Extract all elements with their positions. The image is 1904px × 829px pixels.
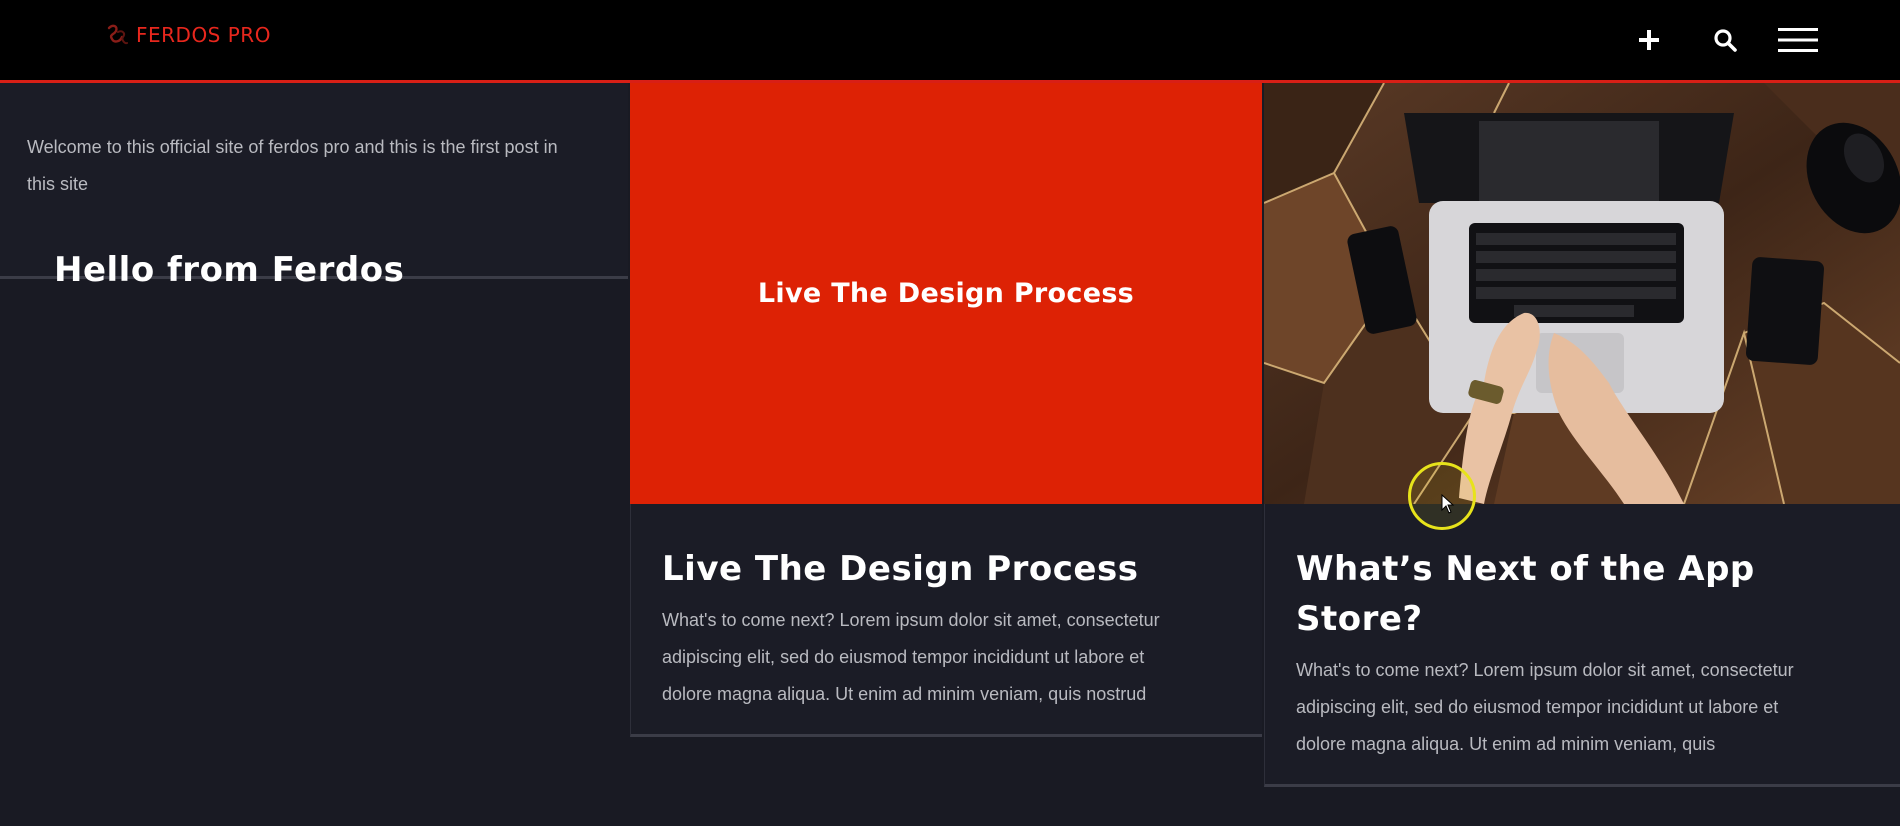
post-featured-image[interactable] — [1264, 83, 1900, 504]
post-excerpt: Welcome to this official site of ferdos … — [27, 129, 558, 203]
search-icon — [1714, 29, 1737, 52]
post-excerpt-line: Welcome to this official site of ferdos … — [27, 137, 558, 157]
site-header: FERDOS PRO — [0, 0, 1900, 83]
post-excerpt-line: dolore magna aliqua. Ut enim ad minim ve… — [1296, 734, 1716, 754]
post-card-content: Live The Design Process What's to come n… — [662, 544, 1242, 713]
post-card-body: What’s Next of the App Store? What's to … — [1264, 504, 1900, 787]
logo-text: FERDOS PRO — [136, 23, 271, 47]
post-excerpt: What's to come next? Lorem ipsum dolor s… — [662, 602, 1242, 713]
post-title-line: Store? — [1296, 599, 1423, 639]
site-logo-link[interactable]: FERDOS PRO — [104, 22, 271, 48]
logo-icon — [107, 24, 128, 45]
post-excerpt-line: What's to come next? Lorem ipsum dolor s… — [1296, 660, 1794, 680]
plus-icon — [1639, 30, 1659, 50]
mouse-pointer-icon — [1441, 494, 1455, 514]
search-button[interactable] — [1705, 22, 1745, 58]
post-card-content: Hello from Ferdos Welcome to this offici… — [27, 121, 558, 290]
post-title-line: What’s Next of the App — [1296, 549, 1755, 589]
post-excerpt-line: adipiscing elit, sed do eiusmod tempor i… — [1296, 697, 1779, 717]
post-excerpt: What's to come next? Lorem ipsum dolor s… — [1296, 652, 1886, 763]
post-card-body: Live The Design Process What's to come n… — [630, 504, 1262, 737]
post-excerpt-line: What's to come next? Lorem ipsum dolor s… — [662, 610, 1160, 630]
post-card-hello[interactable]: Hello from Ferdos Welcome to this offici… — [0, 83, 628, 290]
post-excerpt-line: dolore magna aliqua. Ut enim ad minim ve… — [662, 684, 1147, 704]
post-card-content: What’s Next of the App Store? What's to … — [1296, 544, 1886, 763]
add-button[interactable] — [1629, 22, 1669, 58]
post-title[interactable]: Live The Design Process — [662, 544, 1242, 594]
screen: FERDOS PRO Hello from Ferdos Welcome to … — [0, 0, 1904, 829]
hero-text: Live The Design Process — [757, 278, 1135, 309]
post-title[interactable]: Hello from Ferdos — [54, 245, 404, 295]
hamburger-menu-icon — [1778, 28, 1818, 52]
laptop-desk-photo — [1264, 83, 1900, 504]
post-title[interactable]: What’s Next of the App Store? — [1296, 544, 1886, 644]
post-hero-banner[interactable]: Live The Design Process — [630, 83, 1262, 504]
blog-page: FERDOS PRO Hello from Ferdos Welcome to … — [0, 0, 1900, 826]
post-excerpt-line: this site — [27, 174, 89, 194]
post-excerpt-line: adipiscing elit, sed do eiusmod tempor i… — [662, 647, 1145, 667]
menu-button[interactable] — [1776, 22, 1820, 58]
